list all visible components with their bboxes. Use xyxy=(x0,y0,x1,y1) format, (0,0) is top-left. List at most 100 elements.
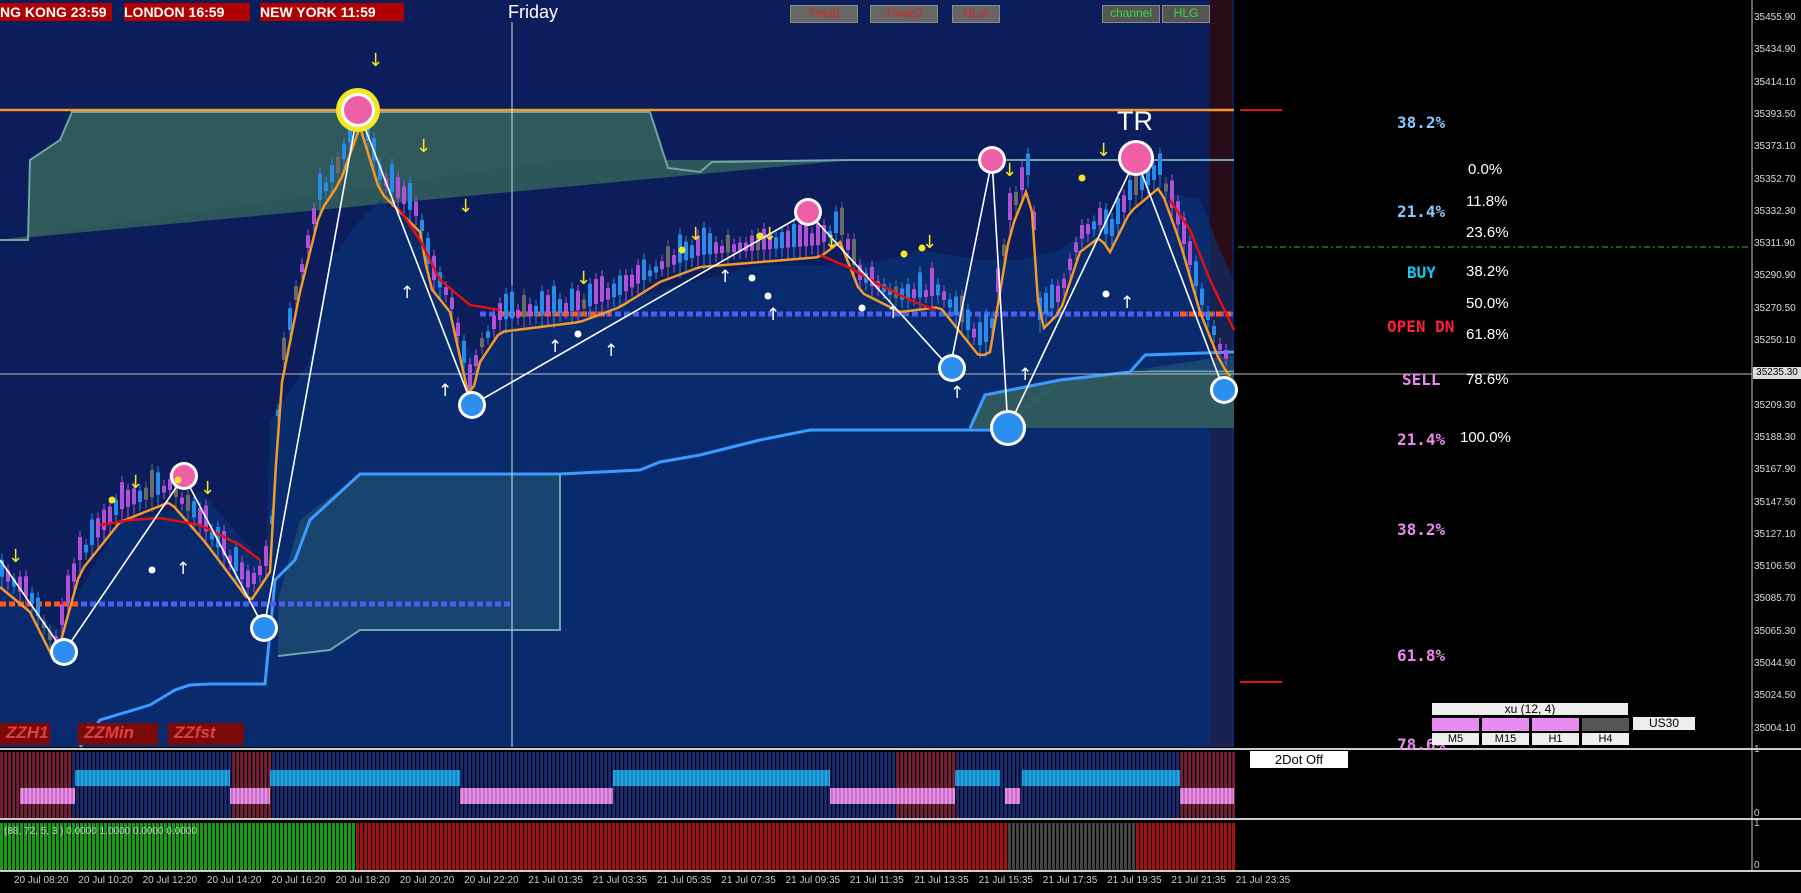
histogram-bar xyxy=(352,823,355,870)
candle-body xyxy=(474,355,478,366)
histogram-bar xyxy=(1056,823,1059,870)
trend-strip-cyan xyxy=(270,770,460,786)
strength-bar xyxy=(1192,752,1195,818)
candle-body xyxy=(606,288,610,300)
strength-bar xyxy=(252,752,255,818)
candle-body xyxy=(528,304,532,317)
histogram-bar xyxy=(428,823,431,870)
clock-2: NEW YORK 11:59 xyxy=(260,3,404,21)
candle-body xyxy=(516,309,520,318)
zz-button-zzh1[interactable]: ZZH1 xyxy=(0,723,50,745)
candle-body xyxy=(66,575,70,604)
strength-bar xyxy=(560,752,563,818)
candle-body xyxy=(456,322,460,336)
sell-arrow-icon: ↓ xyxy=(1002,160,1017,181)
time-tick: 21 Jul 05:35 xyxy=(657,875,712,886)
histogram-bar xyxy=(816,823,819,870)
time-tick: 20 Jul 12:20 xyxy=(142,875,198,886)
histogram-bar xyxy=(880,823,883,870)
strength-bar xyxy=(264,752,267,818)
strength-bar xyxy=(1224,752,1227,818)
buy-arrow-icon: ↑ xyxy=(1018,365,1032,385)
timeframe-m5[interactable]: M5 xyxy=(1432,733,1479,745)
histogram-bar xyxy=(228,823,231,870)
histogram-bar xyxy=(1184,823,1187,870)
strength-bar xyxy=(256,752,259,818)
two-dot-toggle-button[interactable]: 2Dot Off xyxy=(1250,751,1348,768)
candle-body xyxy=(1122,195,1126,212)
timeframe-state-cell xyxy=(1532,718,1579,731)
signal-open-dn: OPEN DN xyxy=(1387,317,1455,336)
zz-button-zzmin[interactable]: ZZMin xyxy=(78,723,158,745)
strength-bar xyxy=(68,752,71,818)
histogram-bar xyxy=(464,823,467,870)
toolbar-button-channel[interactable]: channel xyxy=(1102,5,1160,23)
strength-bar xyxy=(72,752,75,818)
histogram-bar xyxy=(304,823,307,870)
histogram-bar xyxy=(644,823,647,870)
histogram-bar xyxy=(1192,823,1195,870)
candle-body xyxy=(144,487,148,500)
price-tick: 35270.50 xyxy=(1754,302,1796,314)
candle-body xyxy=(1044,292,1048,314)
histogram-bar xyxy=(296,823,299,870)
time-tick: 21 Jul 23:35 xyxy=(1235,875,1291,886)
candle-body xyxy=(966,309,970,330)
histogram-bar xyxy=(888,823,891,870)
sell-arrow-icon: ↓ xyxy=(824,232,839,253)
strength-bar xyxy=(888,752,891,818)
strength-bar xyxy=(908,752,911,818)
candle-body xyxy=(708,233,712,255)
histogram-bar xyxy=(540,823,543,870)
candle-body xyxy=(906,284,910,299)
histogram-bar xyxy=(1224,823,1227,870)
histogram-bar xyxy=(276,823,279,870)
toolbar-button-hlm[interactable]: HLm xyxy=(952,5,1000,23)
toolbar-button-tmab2[interactable]: Tmab2 xyxy=(870,5,938,23)
strength-bar xyxy=(924,752,927,818)
price-tick: 35332.30 xyxy=(1754,205,1796,217)
toolbar-button-tmab[interactable]: Tmab xyxy=(790,5,858,23)
candle-body xyxy=(834,211,838,233)
histogram-bar xyxy=(320,823,323,870)
timeframe-m15[interactable]: M15 xyxy=(1482,733,1529,745)
histogram-bar xyxy=(436,823,439,870)
timeframe-h1[interactable]: H1 xyxy=(1532,733,1579,745)
price-tick: 35373.10 xyxy=(1754,141,1796,153)
histogram-bar xyxy=(1220,823,1223,870)
zz-button-zzfst[interactable]: ZZfst xyxy=(168,723,244,745)
fib-ratio-label: 23.6% xyxy=(1466,224,1509,241)
buy-arrow-icon: ↑ xyxy=(438,381,452,401)
histogram-bar xyxy=(512,823,515,870)
strength-bar xyxy=(28,752,31,818)
price-tick: 35290.90 xyxy=(1754,270,1796,282)
main-chart[interactable]: ↓↓↓ ↓↓↓↓↓ ↓ ↓ ↓↓↓↑↑↑↑ ↑↑↑ ↑↑↑↑ xyxy=(0,0,1801,893)
fib-ratio-label: 61.8% xyxy=(1466,326,1509,343)
sell-arrow-icon: ↓ xyxy=(8,546,23,567)
strength-bar xyxy=(56,752,59,818)
histogram-bar xyxy=(700,823,703,870)
histogram-bar xyxy=(708,823,711,870)
histogram-bar xyxy=(696,823,699,870)
histogram-bar xyxy=(688,823,691,870)
histogram-bar xyxy=(1212,823,1215,870)
fib-level-label: 21.4% xyxy=(1397,430,1446,449)
candle-body xyxy=(786,230,790,248)
histogram-bar xyxy=(984,823,987,870)
strength-bar xyxy=(1204,752,1207,818)
histogram-bar xyxy=(532,823,535,870)
strength-bar xyxy=(520,752,523,818)
histogram-bar xyxy=(200,823,203,870)
strength-bar xyxy=(1232,752,1235,818)
timeframe-h4[interactable]: H4 xyxy=(1582,733,1629,745)
histogram-bar xyxy=(1124,823,1127,870)
strength-bar xyxy=(1184,752,1187,818)
histogram-bar xyxy=(496,823,499,870)
histogram-bar xyxy=(732,823,735,870)
histogram-bar xyxy=(584,823,587,870)
strength-bar xyxy=(1196,752,1199,818)
strength-bar xyxy=(64,752,67,818)
strength-bar xyxy=(868,752,871,818)
panel-divider xyxy=(0,870,1801,872)
toolbar-button-hlg[interactable]: HLG xyxy=(1162,5,1210,23)
